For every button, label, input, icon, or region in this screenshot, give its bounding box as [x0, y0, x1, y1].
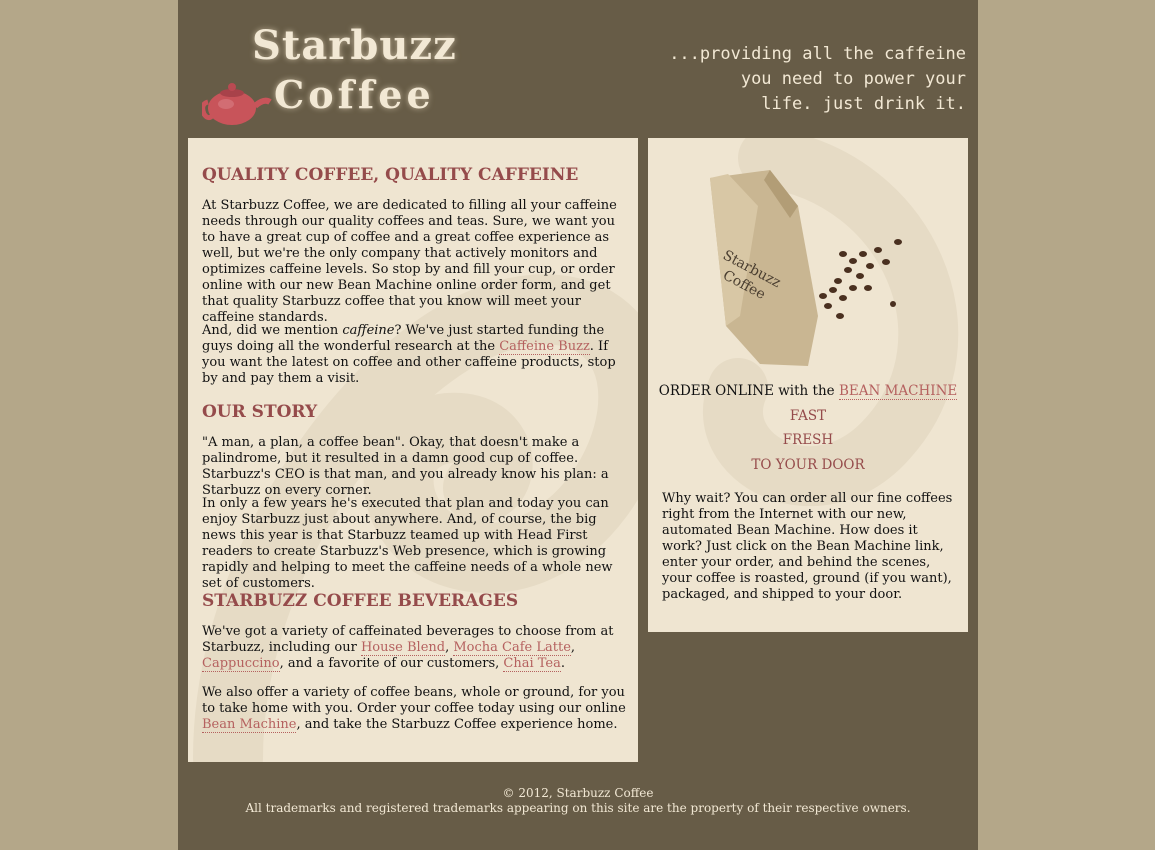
header: Starbuzz Coffee ...providing all the caf… — [178, 0, 978, 138]
slogan-line: you need to power your — [740, 69, 966, 89]
sidebar-paragraph: Why wait? You can order all our fine cof… — [662, 491, 953, 602]
order-online-line: ORDER ONLINE with the BEAN MACHINE — [658, 383, 958, 400]
footer: © 2012, Starbuzz Coffee All trademarks a… — [178, 786, 978, 816]
bean-machine-link[interactable]: BEAN MACHINE — [838, 383, 958, 400]
mocha-cafe-latte-link[interactable]: Mocha Cafe Latte — [453, 640, 571, 656]
order-feature: FRESH — [782, 432, 834, 448]
caffeine-buzz-link[interactable]: Caffeine Buzz — [499, 339, 590, 355]
chai-tea-link[interactable]: Chai Tea — [503, 656, 561, 672]
sidebar: Starbuzz Coffee ORDER ONLINE with the BE… — [648, 138, 968, 632]
coffee-beans — [819, 239, 902, 319]
slogan-line: life. just drink it. — [761, 94, 966, 114]
slogan: ...providing all the caffeine you need t… — [669, 42, 966, 117]
order-feature: TO YOUR DOOR — [751, 456, 865, 473]
cappuccino-link[interactable]: Cappuccino — [202, 656, 280, 672]
teapot-icon — [202, 83, 272, 125]
slogan-line: ...providing all the caffeine — [669, 44, 966, 64]
order-online-block: ORDER ONLINE with the BEAN MACHINE FAST … — [648, 379, 968, 477]
copyright: © 2012, Starbuzz Coffee — [502, 786, 654, 800]
paragraph: And, did we mention caffeine? We've just… — [202, 323, 616, 386]
paragraph: "A man, a plan, a coffee bean". Okay, th… — [202, 435, 609, 498]
house-blend-link[interactable]: House Blend — [360, 640, 446, 656]
paragraph: At Starbuzz Coffee, we are dedicated to … — [202, 198, 617, 325]
paragraph: We also offer a variety of coffee beans,… — [202, 685, 626, 733]
page-container: Starbuzz Coffee ...providing all the caf… — [178, 0, 978, 850]
paragraph: We've got a variety of caffeinated bever… — [202, 624, 614, 672]
coffee-bag-image: Starbuzz Coffee — [710, 170, 902, 366]
bean-machine-link[interactable]: Bean Machine — [202, 717, 297, 733]
section-heading: QUALITY COFFEE, QUALITY CAFFEINE — [202, 165, 579, 185]
paragraph: In only a few years he's executed that p… — [202, 496, 613, 591]
section-heading: STARBUZZ COFFEE BEVERAGES — [202, 591, 519, 611]
order-feature: FAST — [789, 407, 827, 424]
starbuzz-logo[interactable]: Starbuzz Coffee — [200, 22, 456, 126]
logo-text-starbuzz: Starbuzz — [252, 22, 457, 69]
trademark-notice: All trademarks and registered trademarks… — [245, 801, 911, 815]
main-content: QUALITY COFFEE, QUALITY CAFFEINE At Star… — [188, 138, 638, 762]
section-heading: OUR STORY — [202, 402, 318, 422]
logo-text-coffee: Coffee — [274, 72, 435, 117]
